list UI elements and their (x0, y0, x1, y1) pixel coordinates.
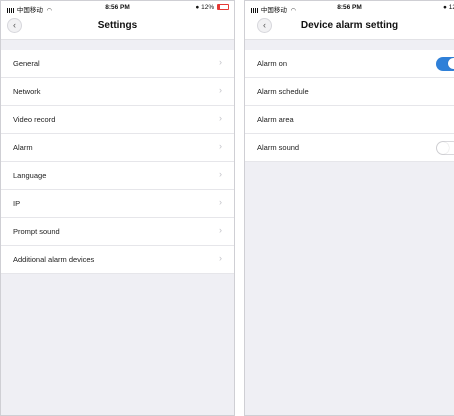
chevron-right-icon: › (219, 141, 222, 151)
chevron-right-icon: › (219, 85, 222, 95)
settings-item-label: Alarm (13, 143, 33, 152)
alarm-schedule-row[interactable]: Alarm schedule (245, 78, 454, 106)
nav-bar: ‹ Device alarm setting (245, 14, 454, 40)
page-title: Device alarm setting (300, 20, 399, 31)
alarm-sound-toggle[interactable] (436, 141, 454, 155)
settings-item-label: IP (13, 199, 21, 208)
settings-item-label: Prompt sound (13, 227, 60, 236)
settings-item-label: Video record (13, 115, 56, 124)
alarm-on-toggle[interactable] (436, 57, 454, 71)
chevron-right-icon: › (219, 169, 222, 179)
status-bar: 中国移动 ◠ 8:56 PM ● 12 (245, 1, 454, 14)
settings-list: General › Network › Video record › Alarm… (1, 50, 234, 274)
settings-item-alarm[interactable]: Alarm › (1, 134, 234, 162)
alarm-clock-icon: ● (443, 4, 447, 11)
toggle-knob (437, 142, 449, 154)
status-bar: 中国移动 ◠ 8:56 PM ● 12% (1, 1, 234, 14)
page-title: Settings (97, 20, 138, 31)
alarm-area-row[interactable]: Alarm area (245, 106, 454, 134)
chevron-right-icon: › (219, 253, 222, 263)
battery-percent: 12 (448, 4, 454, 11)
alarm-on-label: Alarm on (257, 59, 288, 68)
settings-item-general[interactable]: General › (1, 50, 234, 78)
settings-screen: 中国移动 ◠ 8:56 PM ● 12% ‹ Settings General … (0, 0, 235, 416)
settings-item-additional-alarm-devices[interactable]: Additional alarm devices › (1, 246, 234, 274)
settings-item-label: General (13, 59, 40, 68)
alarm-sound-label: Alarm sound (257, 143, 300, 152)
alarm-settings-list: Alarm on Alarm schedule Alarm area Alarm… (245, 50, 454, 162)
settings-item-video-record[interactable]: Video record › (1, 106, 234, 134)
nav-bar: ‹ Settings (1, 14, 234, 40)
settings-item-ip[interactable]: IP › (1, 190, 234, 218)
alarm-area-label: Alarm area (257, 115, 294, 124)
settings-item-prompt-sound[interactable]: Prompt sound › (1, 218, 234, 246)
battery-percent: 12% (201, 4, 215, 11)
settings-item-language[interactable]: Language › (1, 162, 234, 190)
device-alarm-setting-screen: 中国移动 ◠ 8:56 PM ● 12 ‹ Device alarm setti… (244, 0, 454, 416)
settings-item-network[interactable]: Network › (1, 78, 234, 106)
alarm-clock-icon: ● (195, 4, 200, 11)
settings-item-label: Additional alarm devices (13, 255, 95, 264)
chevron-right-icon: › (219, 113, 222, 123)
alarm-on-row: Alarm on (245, 50, 454, 78)
chevron-right-icon: › (219, 57, 222, 67)
status-time: 8:56 PM (337, 4, 362, 11)
toggle-knob (448, 58, 454, 69)
alarm-schedule-label: Alarm schedule (257, 87, 309, 96)
settings-item-label: Network (13, 87, 41, 96)
chevron-right-icon: › (219, 225, 222, 235)
chevron-right-icon: › (219, 197, 222, 207)
settings-item-label: Language (13, 171, 47, 180)
battery-icon (217, 4, 229, 10)
alarm-sound-row: Alarm sound (245, 134, 454, 162)
